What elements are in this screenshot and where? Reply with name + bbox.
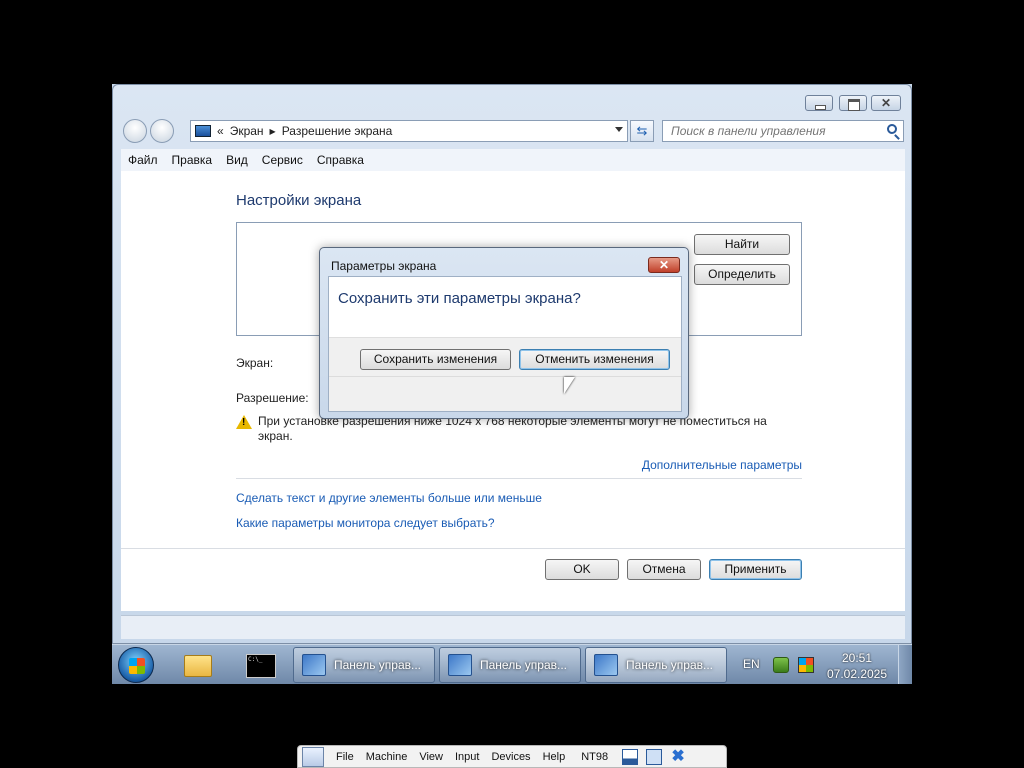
cancel-button[interactable]: Отмена xyxy=(627,559,701,580)
divider xyxy=(121,548,905,549)
close-icon[interactable]: ✖ xyxy=(670,748,686,765)
divider xyxy=(329,376,681,377)
dialog-footer: Сохранить изменения Отменить изменения xyxy=(329,337,681,411)
monitor-icon xyxy=(195,125,211,137)
vm-menu-devices[interactable]: Devices xyxy=(491,751,530,763)
command-prompt-icon[interactable] xyxy=(236,649,280,681)
forward-arrow-icon[interactable] xyxy=(150,119,174,143)
advanced-settings-link[interactable]: Дополнительные параметры xyxy=(642,458,802,472)
dialog-title: Параметры экрана xyxy=(331,259,437,273)
apply-button[interactable]: Применить xyxy=(709,559,802,580)
network-icon[interactable] xyxy=(773,657,789,673)
ok-button[interactable]: OK xyxy=(545,559,619,580)
identify-button[interactable]: Определить xyxy=(694,264,790,285)
screen-label: Экран: xyxy=(236,356,274,370)
search-input[interactable] xyxy=(663,121,873,141)
taskbar-item-label: Панель управ... xyxy=(480,658,568,672)
vm-name: NT98 xyxy=(581,750,609,763)
search-icon[interactable] xyxy=(887,124,897,134)
taskbar-item-control-panel[interactable]: Панель управ... xyxy=(439,647,581,683)
taskbar: Панель управ... Панель управ... Панель у… xyxy=(112,644,912,684)
clock-time[interactable]: 20:51 xyxy=(832,651,882,665)
dialog-question: Сохранить эти параметры экрана? xyxy=(338,290,581,307)
clock-date[interactable]: 07.02.2025 xyxy=(826,667,888,681)
dialog-body: Сохранить эти параметры экрана? Сохранит… xyxy=(328,276,682,412)
monitor-settings-help-link[interactable]: Какие параметры монитора следует выбрать… xyxy=(236,516,495,530)
language-indicator[interactable]: EN xyxy=(743,657,760,671)
find-button[interactable]: Найти xyxy=(694,234,790,255)
warning-icon: ! xyxy=(236,415,252,429)
text-size-link[interactable]: Сделать текст и другие элементы больше и… xyxy=(236,491,542,505)
address-prefix: « xyxy=(217,124,224,138)
control-panel-icon xyxy=(594,654,618,676)
close-icon: ✕ xyxy=(880,96,892,110)
minimize-icon[interactable] xyxy=(622,748,639,765)
menu-bar: Файл Правка Вид Сервис Справка xyxy=(121,149,905,171)
vm-menu-machine[interactable]: Machine xyxy=(366,751,408,763)
vm-menu-help[interactable]: Help xyxy=(543,751,566,763)
menu-help[interactable]: Справка xyxy=(310,153,371,167)
pin-icon[interactable] xyxy=(302,746,324,767)
status-bar xyxy=(121,615,905,639)
minimize-button[interactable] xyxy=(805,95,833,111)
address-bar[interactable]: « Экран ▶ Разрешение экрана xyxy=(190,120,628,142)
taskbar-item-label: Панель управ... xyxy=(626,658,714,672)
action-center-icon[interactable] xyxy=(798,657,814,673)
menu-file[interactable]: Файл xyxy=(121,153,165,167)
guest-screen: ✕ « Экран ▶ Разрешение экрана ⇆ Файл Пра… xyxy=(112,84,912,684)
taskbar-item-control-panel-active[interactable]: Панель управ... xyxy=(585,647,727,683)
revert-changes-button[interactable]: Отменить изменения xyxy=(519,349,670,370)
control-panel-icon xyxy=(448,654,472,676)
save-changes-button[interactable]: Сохранить изменения xyxy=(360,349,511,370)
back-arrow-icon[interactable] xyxy=(123,119,147,143)
breadcrumb-resolution[interactable]: Разрешение экрана xyxy=(282,124,393,138)
dialog-close-button[interactable]: ✕ xyxy=(648,257,680,273)
menu-view[interactable]: Вид xyxy=(219,153,255,167)
menu-edit[interactable]: Правка xyxy=(165,153,220,167)
vm-menu-view[interactable]: View xyxy=(419,751,443,763)
refresh-icon[interactable]: ⇆ xyxy=(630,120,654,142)
taskbar-item-control-panel[interactable]: Панель управ... xyxy=(293,647,435,683)
page-title: Настройки экрана xyxy=(236,192,362,209)
warning-glyph: ! xyxy=(242,417,246,428)
window-close-button[interactable]: ✕ xyxy=(871,95,901,111)
windows-logo-icon[interactable] xyxy=(118,647,154,683)
vm-menu-input[interactable]: Input xyxy=(455,751,479,763)
breadcrumb-screen[interactable]: Экран xyxy=(230,124,264,138)
control-panel-icon xyxy=(302,654,326,676)
display-settings-dialog: Параметры экрана ✕ Сохранить эти парамет… xyxy=(319,247,689,419)
restore-icon[interactable] xyxy=(646,748,663,765)
show-desktop-button[interactable] xyxy=(898,645,912,684)
vm-toolbar: File Machine View Input Devices Help NT9… xyxy=(297,745,727,768)
menu-tools[interactable]: Сервис xyxy=(255,153,310,167)
mouse-cursor-icon xyxy=(564,377,575,394)
search-box[interactable] xyxy=(662,120,904,142)
folder-icon[interactable] xyxy=(174,649,218,681)
breadcrumb-separator-icon[interactable]: ▶ xyxy=(270,127,276,136)
maximize-button[interactable] xyxy=(839,95,867,111)
taskbar-item-label: Панель управ... xyxy=(334,658,422,672)
chevron-down-icon[interactable] xyxy=(615,127,623,132)
resolution-label: Разрешение: xyxy=(236,391,309,405)
vm-menu-file[interactable]: File xyxy=(336,751,354,763)
divider xyxy=(236,478,802,479)
